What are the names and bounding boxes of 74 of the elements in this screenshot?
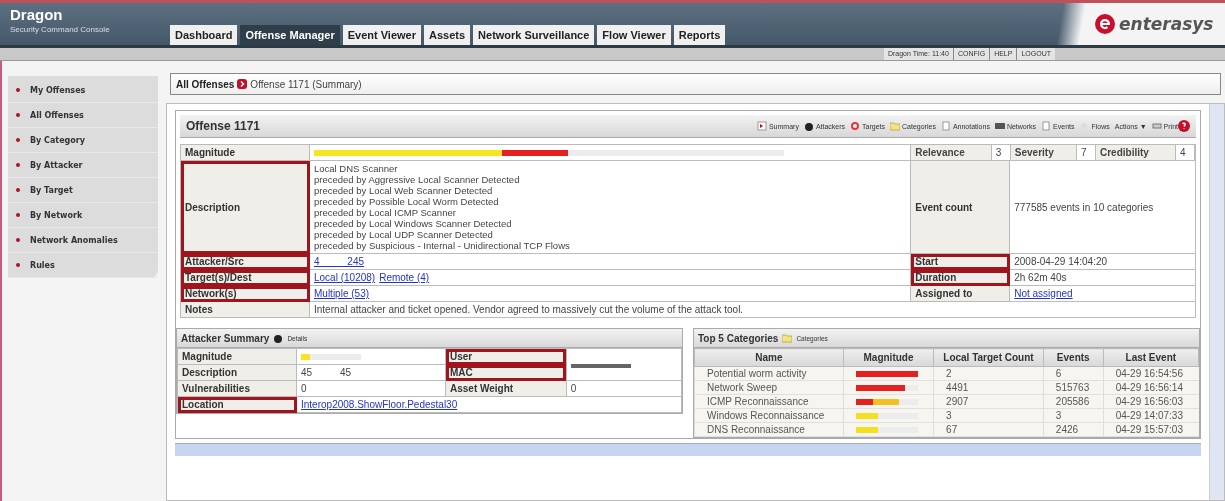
nav-tab[interactable]: Assets	[424, 25, 471, 45]
score-value: 3	[991, 145, 1011, 160]
breadcrumb-current: Offense 1171 (Summary)	[250, 78, 362, 90]
column-header: Last Event	[1103, 348, 1199, 367]
arrow-icon	[237, 79, 248, 89]
description-line: preceded by Local Web Scanner Detected	[314, 185, 494, 196]
document-icon	[1041, 121, 1052, 131]
field-link[interactable]: Local (10208)	[314, 272, 376, 283]
nav-tab[interactable]: Network Surveillance	[473, 25, 595, 45]
description-line: Local DNS Scanner	[314, 163, 399, 174]
vertical-scrollbar[interactable]	[1209, 104, 1224, 500]
horizontal-scrollbar[interactable]	[175, 443, 1201, 456]
description-line: preceded by Aggressive Local Scanner Detected	[314, 174, 521, 185]
field-label: Magnitude	[177, 348, 297, 365]
bomb-icon	[803, 121, 814, 131]
field-label: Event count	[910, 160, 1010, 254]
description-line: preceded by Local UDP Scanner Detected	[314, 229, 494, 240]
field-value: 45 45	[296, 364, 446, 381]
field-value: 0	[296, 380, 446, 397]
app-subtitle: Security Command Console	[10, 25, 111, 34]
sidebar-item[interactable]: By Category	[8, 128, 158, 153]
panel-title: Top 5 Categories	[698, 332, 779, 344]
blurred-mark	[570, 364, 631, 368]
description-line: preceded by Local ICMP Scanner	[314, 207, 457, 218]
field-label: User	[445, 348, 567, 365]
score-value: 4	[1175, 145, 1195, 160]
sidebar-item[interactable]: All Offenses	[8, 103, 158, 128]
score-label: Relevance	[911, 145, 992, 160]
description-line: preceded by Suspicious - Internal - Unidirectional TCP Flows	[314, 240, 571, 251]
logo-icon	[1095, 14, 1115, 34]
field-value: 2h 62m 40s	[1014, 272, 1067, 283]
app-title: Dragon	[10, 6, 64, 23]
field-link[interactable]: 4 245	[314, 256, 365, 267]
sidebar-item[interactable]: By Attacker	[8, 153, 158, 178]
field-value: 2008-04-29 14:04:20	[1014, 256, 1108, 267]
field-link[interactable]: Remote (4)	[379, 272, 430, 283]
score-label: Severity	[1010, 145, 1077, 160]
description-line: preceded by Local Windows Scanner Detected	[314, 218, 513, 229]
sidebar-item[interactable]: By Network	[8, 203, 158, 228]
sidebar-item[interactable]: Network Anomalies	[8, 228, 158, 253]
target-icon	[850, 121, 861, 131]
field-link[interactable]: Multiple (53)	[314, 288, 370, 299]
sidebar-item[interactable]: Rules	[8, 253, 158, 278]
print-icon	[1151, 121, 1162, 131]
score-label: Credibility	[1095, 145, 1176, 160]
field-label: Magnitude	[180, 144, 310, 161]
summary-icon	[756, 121, 767, 131]
notes-value: Internal attacker and ticket opened. Vendor agreed to massively cut the volume of the attack tool.	[309, 301, 1196, 318]
breadcrumb-link[interactable]: All Offenses	[176, 78, 235, 90]
sidebar-item[interactable]: My Offenses	[8, 78, 158, 103]
field-label: Description	[180, 160, 310, 254]
nav-tab[interactable]: Flow Viewer	[597, 25, 671, 45]
network-icon	[994, 121, 1005, 131]
folder-icon	[782, 333, 793, 343]
panel-title: Attacker Summary	[181, 332, 270, 344]
logo-text: enterasys	[1119, 14, 1214, 34]
nav-tab[interactable]: Event Viewer	[342, 25, 421, 45]
field-value: 777585 events in 10 categories	[1009, 160, 1196, 254]
column-header: Local Target Count	[933, 348, 1044, 367]
column-header: Events	[1043, 348, 1104, 367]
sidebar-item[interactable]: By Target	[8, 178, 158, 203]
field-value: 0	[566, 380, 682, 397]
folder-icon	[890, 121, 901, 131]
score-value: 7	[1076, 145, 1096, 160]
nav-tab[interactable]: Reports	[673, 25, 726, 45]
column-header: Magnitude	[843, 348, 934, 367]
bomb-icon	[273, 333, 284, 343]
column-header: Name	[694, 348, 844, 367]
description-line: preceded by Possible Local Worm Detected	[314, 196, 500, 207]
help-icon[interactable]	[1178, 120, 1190, 132]
document-icon	[940, 121, 951, 131]
nav-tab[interactable]: Dashboard	[170, 25, 238, 45]
offense-title: Offense 1171	[186, 119, 261, 133]
nav-tab[interactable]: Offense Manager	[240, 25, 340, 45]
